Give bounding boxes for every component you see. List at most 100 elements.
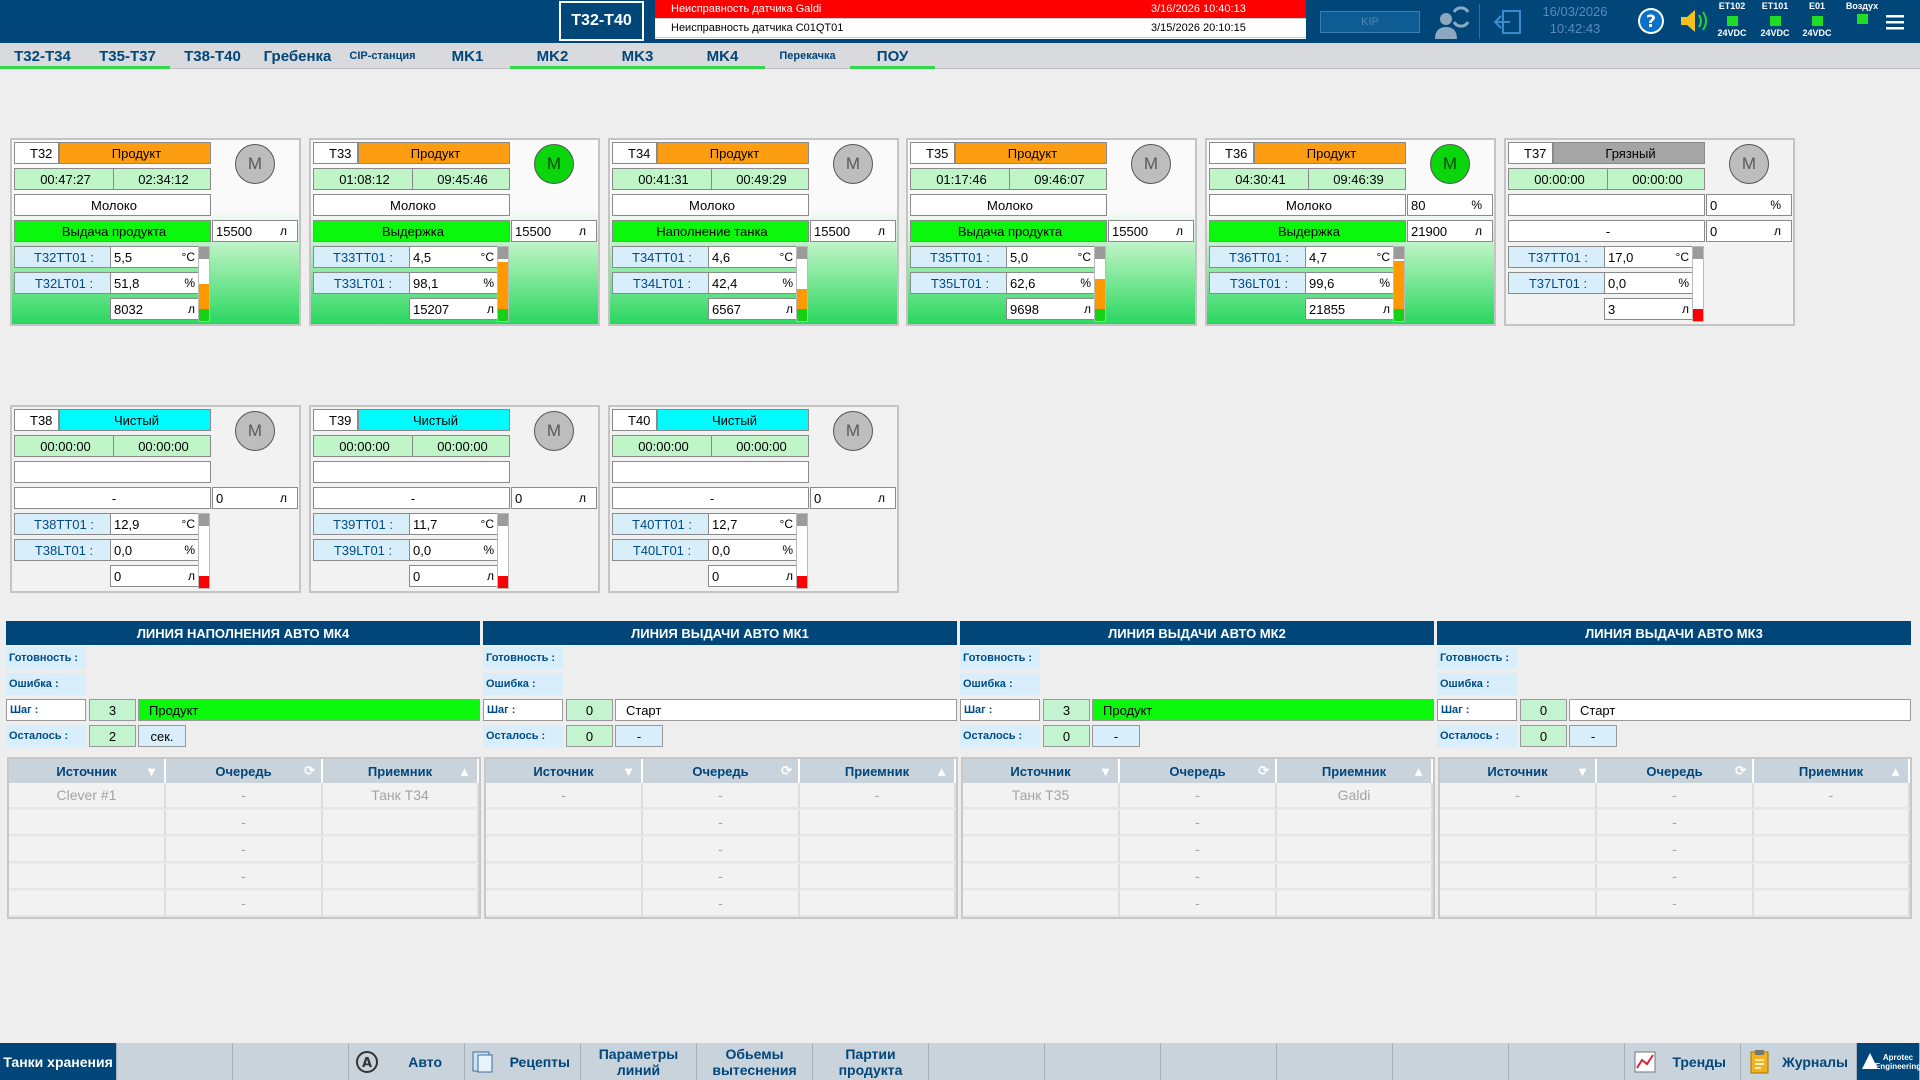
level-tag[interactable]: T34LT01 : [612,272,709,294]
table-cell[interactable]: - [643,891,800,917]
table-cell[interactable] [9,891,166,917]
tab-pou[interactable]: ПОУ [850,43,935,69]
footer-button-line-params[interactable]: Параметры линий [581,1043,697,1080]
sort-up-icon[interactable]: ▲ [458,764,471,779]
table-header[interactable]: Очередь ⟳ [166,759,323,783]
table-cell[interactable]: - [1754,783,1910,809]
footer-button-batches[interactable]: Партии продукта [813,1043,929,1080]
footer-button-empty[interactable] [1277,1043,1393,1080]
refresh-icon[interactable]: ⟳ [781,763,792,779]
sort-up-icon[interactable]: ▲ [1889,764,1902,779]
step-number[interactable]: 3 [89,699,136,721]
table-cell[interactable] [800,891,956,917]
table-cell[interactable]: - [1120,864,1277,890]
table-cell[interactable]: - [166,783,323,809]
motor-icon[interactable]: M [235,411,275,451]
temp-tag[interactable]: T35TT01 : [910,246,1007,268]
footer-button-recipes[interactable]: Рецепты [465,1043,581,1080]
refresh-icon[interactable]: ⟳ [304,763,315,779]
tab-t35-t37[interactable]: T35-T37 [85,43,170,69]
table-cell[interactable] [1754,864,1910,890]
table-cell[interactable] [1440,837,1597,863]
motor-icon[interactable]: M [1430,144,1470,184]
step-number[interactable]: 0 [566,699,613,721]
table-cell[interactable] [486,891,643,917]
tank-id[interactable]: T37 [1508,142,1553,164]
motor-icon[interactable]: M [1131,144,1171,184]
table-cell[interactable]: - [1120,837,1277,863]
table-header[interactable]: Приемник ▲ [1754,759,1910,783]
table-cell[interactable]: - [1440,783,1597,809]
table-cell[interactable] [9,837,166,863]
table-cell[interactable]: Танк T34 [323,783,479,809]
level-tag[interactable]: T40LT01 : [612,539,709,561]
tank-id[interactable]: T39 [313,409,358,431]
tab-mk3[interactable]: MK3 [595,43,680,69]
temp-tag[interactable]: T37TT01 : [1508,246,1605,268]
motor-icon[interactable]: M [833,144,873,184]
tank-id[interactable]: T38 [14,409,59,431]
tank-volume[interactable]: 0л [1706,220,1792,242]
temp-tag[interactable]: T40TT01 : [612,513,709,535]
table-cell[interactable] [1754,891,1910,917]
sort-down-icon[interactable]: ▼ [1099,764,1112,779]
help-icon[interactable]: ? [1636,6,1666,36]
table-header[interactable]: Очередь ⟳ [1120,759,1277,783]
table-cell[interactable]: - [166,837,323,863]
table-header[interactable]: Приемник ▲ [1277,759,1433,783]
table-cell[interactable] [323,837,479,863]
table-cell[interactable]: Clever #1 [9,783,166,809]
footer-button-empty[interactable] [929,1043,1045,1080]
temp-tag[interactable]: T38TT01 : [14,513,111,535]
table-cell[interactable] [1754,837,1910,863]
screen-title[interactable]: T32-T40 [559,1,644,41]
motor-icon[interactable]: M [534,144,574,184]
motor-icon[interactable]: M [235,144,275,184]
table-cell[interactable]: - [643,810,800,836]
table-cell[interactable]: - [643,783,800,809]
tab-mk2[interactable]: MK2 [510,43,595,69]
table-cell[interactable]: - [643,864,800,890]
table-cell[interactable] [1440,864,1597,890]
refresh-icon[interactable]: ⟳ [1258,763,1269,779]
tank-id[interactable]: T34 [612,142,657,164]
step-number[interactable]: 3 [1043,699,1090,721]
sort-down-icon[interactable]: ▼ [1576,764,1589,779]
motor-icon[interactable]: M [534,411,574,451]
table-cell[interactable] [963,864,1120,890]
table-cell[interactable]: - [800,783,956,809]
tank-volume[interactable]: 15500 л [1108,220,1194,242]
tab-mk1[interactable]: MK1 [425,43,510,69]
table-cell[interactable] [800,864,956,890]
table-cell[interactable] [9,810,166,836]
level-tag[interactable]: T38LT01 : [14,539,111,561]
footer-button-trends[interactable]: Тренды [1625,1043,1741,1080]
level-tag[interactable]: T32LT01 : [14,272,111,294]
table-header[interactable]: Очередь ⟳ [1597,759,1754,783]
table-header[interactable]: Источник ▼ [1440,759,1597,783]
tank-volume[interactable]: 0л [212,487,298,509]
tank-volume[interactable]: 15500 л [212,220,298,242]
table-cell[interactable]: - [166,864,323,890]
motor-icon[interactable]: M [833,411,873,451]
step-number[interactable]: 0 [1520,699,1567,721]
temp-tag[interactable]: T32TT01 : [14,246,111,268]
level-tag[interactable]: T33LT01 : [313,272,410,294]
table-cell[interactable] [1277,891,1433,917]
footer-button-empty[interactable] [1161,1043,1277,1080]
footer-button-empty[interactable] [1393,1043,1509,1080]
table-cell[interactable] [1277,837,1433,863]
tab-t38-t40[interactable]: T38-T40 [170,43,255,69]
tank-id[interactable]: T33 [313,142,358,164]
tank-id[interactable]: T36 [1209,142,1254,164]
footer-button-empty[interactable] [1509,1043,1625,1080]
table-cell[interactable]: Galdi [1277,783,1433,809]
table-header[interactable]: Приемник ▲ [800,759,956,783]
table-cell[interactable] [323,810,479,836]
table-cell[interactable]: - [1120,810,1277,836]
table-cell[interactable]: - [1597,783,1754,809]
temp-tag[interactable]: T33TT01 : [313,246,410,268]
tank-id[interactable]: T32 [14,142,59,164]
tank-volume[interactable]: 0л [511,487,597,509]
table-cell[interactable] [1440,810,1597,836]
